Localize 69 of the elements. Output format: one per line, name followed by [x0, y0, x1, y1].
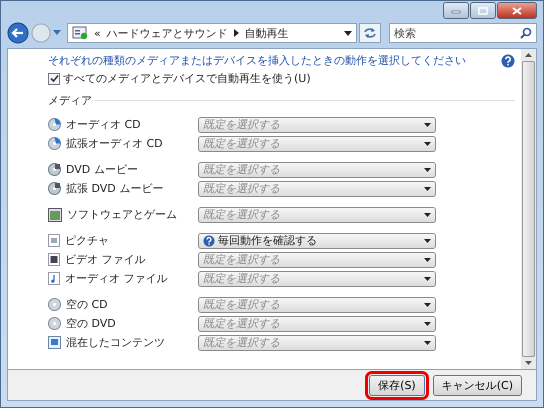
checkbox-label: すべてのメディアとデバイスで自動再生を使う(U): [63, 71, 311, 86]
scroll-up-icon[interactable]: [525, 53, 532, 57]
action-dropdown[interactable]: 既定を選択する: [198, 180, 436, 196]
media-type-label: 拡張オーディオ CD: [66, 136, 163, 151]
minimize-icon[interactable]: [443, 2, 469, 19]
disc-icon: [48, 317, 61, 330]
scroll-down-icon[interactable]: [525, 361, 532, 365]
caret-icon: [424, 238, 431, 242]
disc-icon: [48, 137, 61, 150]
refresh-icon: [363, 27, 377, 39]
breadcrumb-item[interactable]: ハードウェアとサウンド: [106, 26, 228, 40]
action-dropdown[interactable]: 既定を選択する: [198, 270, 436, 286]
help-icon[interactable]: [501, 54, 515, 68]
media-type-label: オーディオ ファイル: [65, 271, 168, 286]
scrollbar[interactable]: [521, 49, 536, 369]
disc-icon: [48, 182, 61, 195]
media-type-label: ビデオ ファイル: [65, 252, 146, 267]
mixed-files-icon: [48, 336, 61, 349]
music-file-icon: [48, 272, 60, 285]
action-dropdown[interactable]: 毎回動作を確認する: [198, 232, 436, 248]
action-dropdown[interactable]: 既定を選択する: [198, 252, 436, 268]
action-dropdown[interactable]: 既定を選択する: [198, 206, 436, 222]
caret-icon: [424, 276, 431, 280]
media-type-label: オーディオ CD: [66, 117, 141, 132]
image-file-icon: [48, 234, 60, 247]
media-type-label: ピクチャ: [65, 233, 109, 248]
maximize-icon[interactable]: [470, 2, 496, 19]
instruction-text: それぞれの種類のメディアまたはデバイスを挿入したときの動作を選択してください: [48, 53, 466, 68]
caret-icon: [424, 212, 431, 216]
address-bar[interactable]: « ハードウェアとサウンド 自動再生: [67, 23, 357, 43]
search-field[interactable]: 検索: [389, 23, 537, 43]
media-type-label: 空の CD: [66, 297, 108, 312]
caret-icon: [424, 322, 431, 326]
action-dropdown[interactable]: 既定を選択する: [198, 334, 436, 350]
refresh-button[interactable]: [359, 23, 381, 43]
caret-icon: [424, 186, 431, 190]
media-type-label: 空の DVD: [66, 316, 116, 331]
breadcrumb-item[interactable]: 自動再生: [244, 26, 289, 40]
action-dropdown[interactable]: 既定を選択する: [198, 316, 436, 332]
action-dropdown[interactable]: 既定を選択する: [198, 116, 436, 132]
dialog-button[interactable]: キャンセル(C): [432, 374, 522, 396]
caret-icon: [424, 122, 431, 126]
caret-icon: [424, 258, 431, 262]
control-panel-icon: [72, 26, 88, 40]
scrollbar-thumb[interactable]: [522, 61, 535, 357]
breadcrumb-overflow[interactable]: «: [94, 26, 101, 40]
media-type-label: 拡張 DVD ムービー: [66, 181, 164, 196]
caret-icon[interactable]: [344, 30, 352, 36]
media-type-label: DVD ムービー: [66, 162, 138, 177]
action-dropdown[interactable]: 既定を選択する: [198, 296, 436, 312]
question-icon: [203, 234, 215, 246]
checkbox[interactable]: [48, 72, 60, 84]
application-window-icon: [48, 208, 62, 222]
caret-icon: [424, 340, 431, 344]
chevron-icon[interactable]: [234, 29, 239, 37]
section-title: メディア: [48, 93, 92, 108]
media-type-label: ソフトウェアとゲーム: [67, 207, 177, 222]
caret-icon: [424, 168, 431, 172]
close-icon[interactable]: [497, 2, 537, 19]
caret-icon: [424, 302, 431, 306]
search-icon: [520, 27, 532, 39]
action-dropdown[interactable]: 既定を選択する: [198, 162, 436, 178]
caret-icon: [424, 142, 431, 146]
action-dropdown[interactable]: 既定を選択する: [198, 136, 436, 152]
video-file-icon: [48, 253, 60, 266]
media-type-label: 混在したコンテンツ: [66, 335, 165, 350]
disc-icon: [48, 163, 61, 176]
disc-icon: [48, 298, 61, 311]
disc-icon: [48, 118, 61, 131]
